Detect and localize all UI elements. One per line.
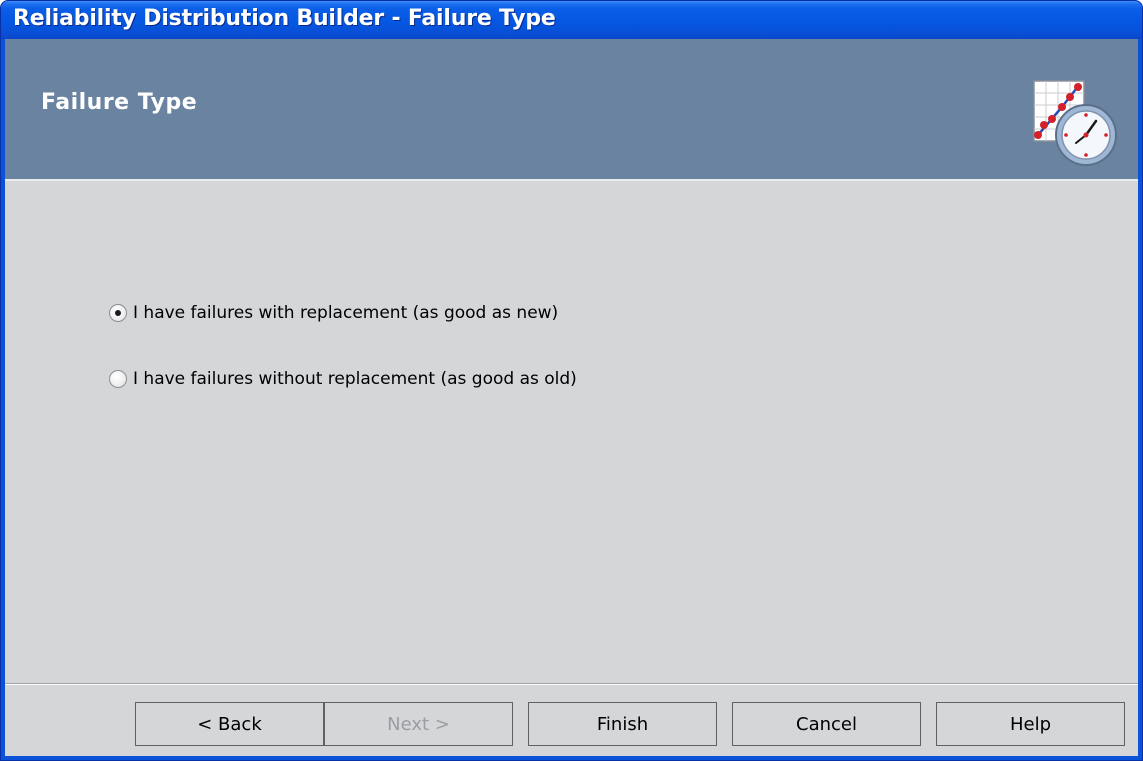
wizard-client-area: Failure Type I have failures with replac… [5, 39, 1138, 756]
wizard-header: Failure Type [5, 39, 1138, 181]
next-button[interactable]: Next > [324, 702, 513, 746]
option-label[interactable]: I have failures without replacement (as … [133, 369, 577, 389]
finish-button[interactable]: Finish [528, 702, 717, 746]
radio-with-replacement[interactable] [109, 304, 127, 322]
wizard-window: Reliability Distribution Builder - Failu… [0, 0, 1143, 761]
failure-type-options: I have failures with replacement (as goo… [109, 301, 577, 433]
title-bar[interactable]: Reliability Distribution Builder - Failu… [1, 1, 1142, 39]
wizard-button-bar: < Back Next > Finish Cancel Help [135, 702, 1125, 746]
help-button[interactable]: Help [936, 702, 1125, 746]
footer-divider [5, 683, 1138, 685]
option-with-replacement[interactable]: I have failures with replacement (as goo… [109, 301, 577, 325]
distribution-clock-icon [1033, 80, 1117, 166]
option-without-replacement[interactable]: I have failures without replacement (as … [109, 367, 577, 391]
option-label[interactable]: I have failures with replacement (as goo… [133, 303, 558, 323]
window-title: Reliability Distribution Builder - Failu… [13, 6, 556, 31]
back-button[interactable]: < Back [135, 702, 324, 746]
radio-selected-dot [115, 310, 121, 316]
page-title: Failure Type [41, 90, 198, 115]
radio-without-replacement[interactable] [109, 370, 127, 388]
cancel-button[interactable]: Cancel [732, 702, 921, 746]
